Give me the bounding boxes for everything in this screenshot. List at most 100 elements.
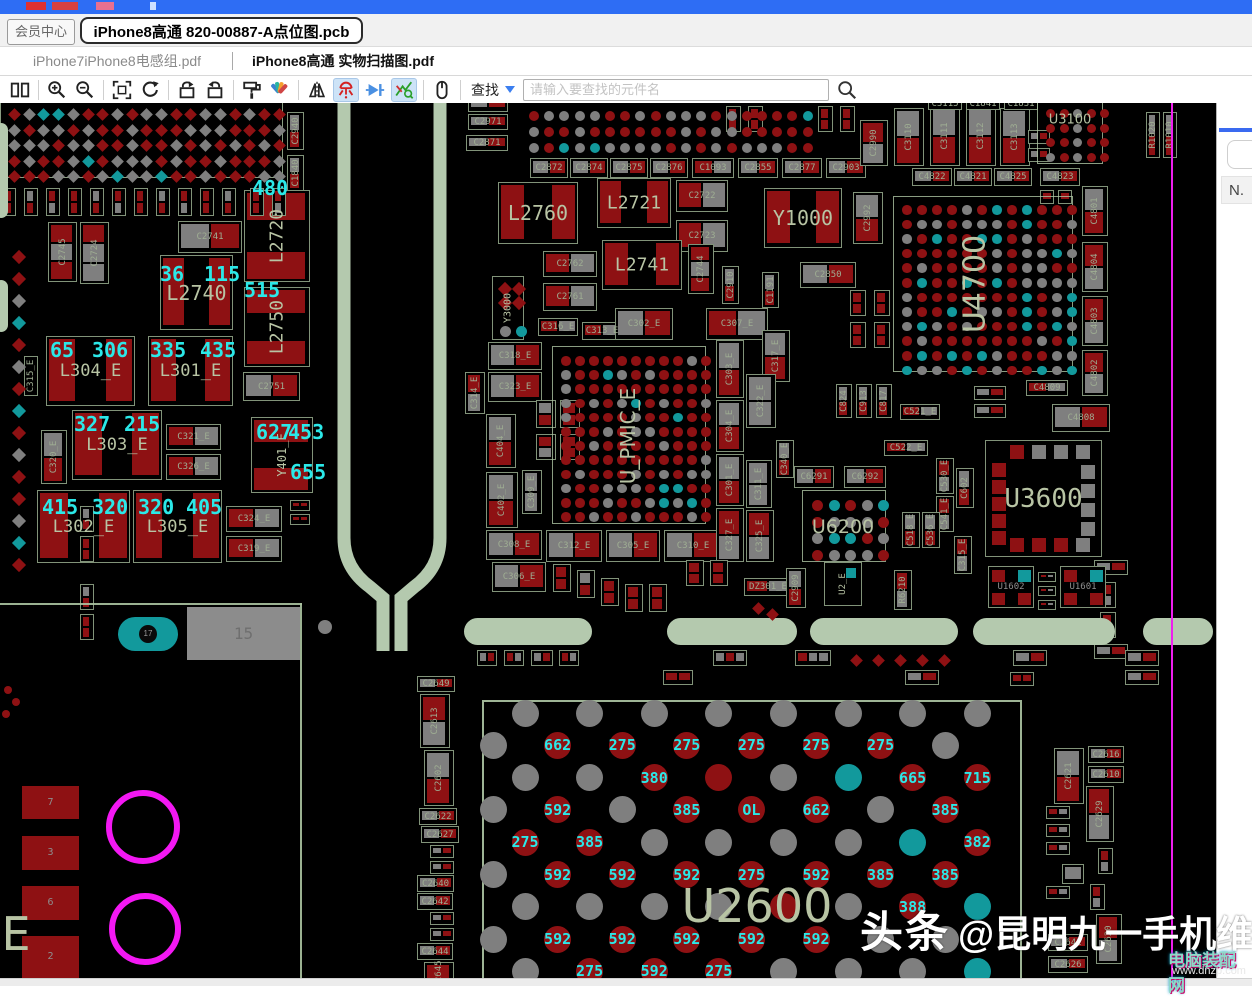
component-C913[interactable]: C913 [856, 384, 872, 418]
component-C2629[interactable]: C2629 [1086, 786, 1114, 842]
component-C314_E[interactable]: C314_E [465, 372, 485, 414]
pad-group[interactable] [477, 650, 497, 666]
pad-group[interactable] [46, 188, 60, 216]
pad-group[interactable] [850, 290, 866, 316]
pad-group[interactable] [531, 650, 553, 666]
component-C315_E[interactable]: C315_E [954, 536, 972, 574]
tab-pcb-file[interactable]: iPhone8高通 820-00887-A点位图.pcb [80, 17, 363, 44]
component-C1841[interactable]: C1841 [966, 103, 1000, 110]
pad-group[interactable] [1046, 842, 1070, 855]
mouse-mode-icon[interactable] [430, 79, 454, 101]
component-R6210[interactable]: R6210 [894, 570, 912, 610]
component-C4804[interactable]: C4804 [1082, 242, 1108, 292]
pad-group[interactable] [1013, 650, 1047, 666]
component-C306_E[interactable]: C306_E [492, 562, 546, 592]
component-C318_E[interactable]: C318_E [488, 342, 542, 370]
component-C323_E[interactable]: C323_E [488, 372, 542, 402]
rotate-left-icon[interactable] [175, 79, 199, 101]
component-C4802[interactable]: C4802 [1082, 350, 1108, 396]
component-U2_E[interactable]: U2_E [824, 562, 862, 606]
component-C324_E[interactable]: C324_E [226, 506, 282, 532]
member-center-button[interactable]: 会员中心 [7, 19, 75, 45]
pad-group[interactable] [625, 584, 643, 612]
component-U1601[interactable]: U1601 [1060, 566, 1106, 608]
component-C602[interactable]: C602 [956, 468, 974, 508]
pad-group[interactable] [80, 614, 94, 640]
component-C2875[interactable]: C2875 [610, 158, 648, 178]
component-C322_E[interactable]: C322_E [746, 374, 776, 428]
pad-group[interactable] [290, 514, 310, 525]
component-C2724[interactable]: C2724 [80, 222, 109, 284]
pad-group[interactable] [1046, 806, 1070, 819]
component-C320_E[interactable]: C320_E [41, 430, 67, 484]
pad-group[interactable] [1098, 848, 1113, 874]
component-C4821[interactable]: C4821 [954, 168, 992, 186]
pad-group[interactable] [80, 536, 94, 562]
component-C301_E[interactable]: C301_E [716, 454, 744, 506]
component-C2745[interactable]: C2745 [48, 222, 77, 282]
component-C2910[interactable]: C2910 [722, 266, 739, 304]
component-C1093[interactable]: C1093 [692, 158, 734, 178]
zoom-in-icon[interactable] [45, 79, 69, 101]
search-input[interactable] [523, 79, 829, 101]
pad-group[interactable] [1038, 600, 1056, 610]
component-C340_E[interactable]: C340_E [776, 440, 794, 478]
component-C536_E[interactable]: C536_E [922, 512, 940, 548]
component-C2876[interactable]: C2876 [650, 158, 688, 178]
component-C2872[interactable]: C2872 [530, 158, 568, 178]
pad-group[interactable] [200, 188, 214, 216]
measure-probe-icon[interactable] [391, 78, 417, 102]
component-C316_E[interactable]: C316_E [538, 318, 578, 336]
chevron-down-icon[interactable] [505, 86, 515, 93]
component-C6292[interactable]: C6292 [844, 466, 886, 488]
component-C310_E[interactable]: C310_E [664, 530, 722, 562]
component-C2744[interactable]: C2744 [688, 244, 714, 294]
component-C2992[interactable]: C2992 [853, 192, 883, 244]
component-C3111[interactable]: C3111 [930, 106, 960, 166]
pad-group[interactable] [559, 650, 579, 666]
component-C2722[interactable]: C2722 [676, 180, 728, 212]
component-C530_E[interactable]: C530_E [936, 458, 954, 494]
search-icon[interactable] [835, 79, 859, 101]
pad-group[interactable] [1046, 824, 1070, 837]
pad-group[interactable] [504, 650, 524, 666]
component-C1191[interactable]: C1191 [762, 272, 779, 308]
component-C521_E[interactable]: C521_E [900, 404, 940, 420]
pad-group[interactable] [577, 570, 595, 598]
pad-group[interactable] [905, 670, 939, 685]
layer-colors-icon[interactable] [268, 79, 292, 101]
component-C3112[interactable]: C3112 [966, 106, 996, 166]
pad-group[interactable] [134, 188, 148, 216]
component-C319_E[interactable]: C319_E [226, 536, 282, 562]
test-pad-2[interactable]: 2 [22, 936, 79, 978]
component-C2909[interactable]: C2909 [786, 568, 806, 608]
component-Y1000[interactable]: Y1000 [764, 188, 842, 248]
component-C2855[interactable]: C2855 [738, 158, 778, 178]
pad-group[interactable] [68, 188, 82, 216]
component-C321_E[interactable]: C321_E [166, 424, 221, 450]
pad-group[interactable] [430, 928, 454, 941]
component-L2741[interactable]: L2741 [602, 240, 682, 290]
oval-pad-17[interactable]: 17 [118, 617, 178, 651]
pad-group[interactable] [1038, 586, 1056, 596]
component-C315_E[interactable]: C315_E [24, 356, 38, 396]
component-C522_E[interactable]: C522_E [884, 440, 928, 456]
pad-group[interactable] [818, 106, 833, 132]
component-C402_E[interactable]: C402_E [486, 472, 518, 528]
component-C2762[interactable]: C2762 [543, 251, 597, 277]
component-C2990[interactable]: C2990 [860, 120, 888, 166]
pad-group[interactable] [80, 584, 94, 610]
pad-group[interactable] [156, 188, 170, 216]
component-C311_E[interactable]: C311_E [746, 460, 772, 508]
component-C2850[interactable]: C2850 [800, 262, 856, 288]
pad-group[interactable] [663, 670, 693, 685]
component-C2751[interactable]: C2751 [243, 372, 300, 401]
tab-doc-scan-pdf[interactable]: iPhone8高通 实物扫描图.pdf [248, 47, 438, 75]
component-C2610[interactable]: C2610 [1088, 766, 1124, 783]
component-C2940[interactable]: C2940 [287, 112, 304, 150]
component-C307_E[interactable]: C307_E [706, 308, 768, 340]
component-R1010[interactable]: R1010 [1163, 112, 1177, 158]
pad-group[interactable] [850, 322, 866, 348]
pad-group[interactable] [553, 564, 571, 592]
pad-group[interactable] [112, 188, 126, 216]
